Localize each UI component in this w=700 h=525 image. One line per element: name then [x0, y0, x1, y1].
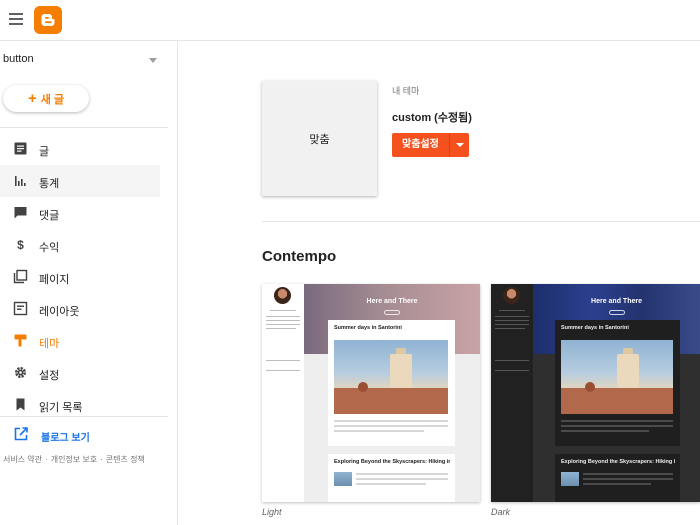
preview-avatar	[274, 287, 291, 304]
sidebar-item-posts[interactable]: 글	[0, 133, 160, 165]
preview-blog-title: Here and There	[366, 298, 418, 305]
blogger-logo-icon[interactable]	[34, 6, 62, 34]
theme-caption-light: Light	[262, 507, 282, 517]
sidebar-item-label: 수익	[39, 242, 60, 254]
terms-link[interactable]: 서비스 약관	[3, 455, 42, 464]
posts-icon	[14, 142, 27, 155]
menu-icon[interactable]	[9, 13, 23, 25]
customize-dropdown-chevron-icon[interactable]	[448, 133, 469, 157]
new-post-button[interactable]: + 새 글	[3, 85, 89, 112]
preview-avatar	[503, 287, 520, 304]
sidebar-item-layout[interactable]: 레이아웃	[0, 293, 160, 325]
blog-selector[interactable]: button	[3, 53, 163, 73]
sidebar: button + 새 글 글 통계 댓글 $ 수익 페이지 레이아웃 테마 설정…	[0, 41, 178, 525]
sidebar-item-earnings[interactable]: $ 수익	[0, 229, 160, 261]
sidebar-item-label: 읽기 목록	[39, 402, 83, 414]
sidebar-item-comments[interactable]: 댓글	[0, 197, 160, 229]
preview-sidebar	[262, 284, 304, 502]
footer-links: 서비스 약관 · 개인정보 보호 · 콘텐츠 정책	[3, 455, 145, 464]
comments-icon	[14, 207, 27, 219]
theme-family-title: Contempo	[262, 248, 337, 265]
preview-post-title: Summer days in Santorini	[561, 325, 629, 331]
sidebar-nav: 글 통계 댓글 $ 수익 페이지 레이아웃 테마 설정 읽기 목록	[0, 133, 160, 421]
sidebar-item-pages[interactable]: 페이지	[0, 261, 160, 293]
view-blog-label: 블로그 보기	[41, 433, 90, 444]
preview-post-card: Summer days in Santorini	[555, 320, 680, 446]
settings-icon	[15, 367, 26, 378]
stats-icon	[15, 176, 26, 186]
sidebar-item-label: 페이지	[39, 274, 70, 286]
top-app-bar	[0, 0, 700, 41]
svg-text:$: $	[17, 238, 24, 252]
my-theme-heading: 내 테마	[392, 86, 420, 96]
open-external-icon	[14, 427, 28, 441]
layout-icon	[13, 301, 28, 316]
earnings-icon: $	[17, 238, 24, 252]
preview-post-image	[561, 340, 673, 414]
preview-post-card: Exploring Beyond the Skyscrapers: Hiking…	[555, 454, 680, 502]
theme-card-light[interactable]: Here and There Summer days in Santorini …	[262, 284, 480, 502]
privacy-link[interactable]: 개인정보 보호	[51, 455, 97, 464]
preview-post-card: Exploring Beyond the Skyscrapers: Hiking…	[328, 454, 455, 502]
customize-split-button: 맞춤설정	[392, 133, 469, 157]
sidebar-item-label: 레이아웃	[39, 306, 80, 318]
sidebar-item-label: 글	[39, 146, 50, 158]
reading-list-icon	[16, 398, 25, 411]
sidebar-item-label: 댓글	[39, 210, 60, 222]
sidebar-item-label: 테마	[39, 338, 60, 350]
chevron-down-icon	[149, 58, 157, 63]
section-divider	[262, 221, 700, 222]
preview-post-title: Summer days in Santorini	[334, 325, 402, 331]
sidebar-item-stats[interactable]: 통계	[0, 165, 160, 197]
pages-icon	[13, 269, 28, 284]
plus-icon: +	[27, 89, 37, 107]
preview-post-card: Summer days in Santorini	[328, 320, 455, 446]
view-blog-link[interactable]: 블로그 보기	[0, 421, 160, 449]
theme-caption-dark: Dark	[491, 507, 511, 517]
preview-sidebar	[491, 284, 533, 502]
sidebar-divider	[0, 416, 168, 417]
current-theme-name: custom (수정됨)	[392, 112, 472, 124]
customize-button[interactable]: 맞춤설정	[392, 133, 449, 157]
preview-post-image	[334, 340, 448, 414]
sidebar-item-label: 설정	[39, 370, 60, 382]
preview-blog-title: Here and There	[591, 298, 642, 305]
content-policy-link[interactable]: 콘텐츠 정책	[106, 455, 145, 464]
sidebar-item-label: 통계	[39, 178, 60, 190]
current-theme-thumbnail-label: 맞춤	[309, 133, 330, 146]
preview-post-title: Exploring Beyond the Skyscrapers: Hiking…	[334, 459, 450, 465]
current-theme-thumbnail[interactable]: 맞춤	[262, 81, 377, 196]
sidebar-divider	[0, 127, 168, 128]
preview-post-title: Exploring Beyond the Skyscrapers: Hiking…	[561, 459, 675, 465]
blog-name: button	[3, 53, 34, 65]
main-content: 맞춤 내 테마 custom (수정됨) 맞춤설정 Contempo Here …	[178, 41, 700, 525]
sidebar-item-theme[interactable]: 테마	[0, 325, 160, 357]
sidebar-item-settings[interactable]: 설정	[0, 357, 160, 389]
theme-card-dark[interactable]: Here and There Summer days in Santorini …	[491, 284, 700, 502]
new-post-label: 새 글	[40, 93, 65, 106]
theme-icon	[14, 334, 27, 347]
